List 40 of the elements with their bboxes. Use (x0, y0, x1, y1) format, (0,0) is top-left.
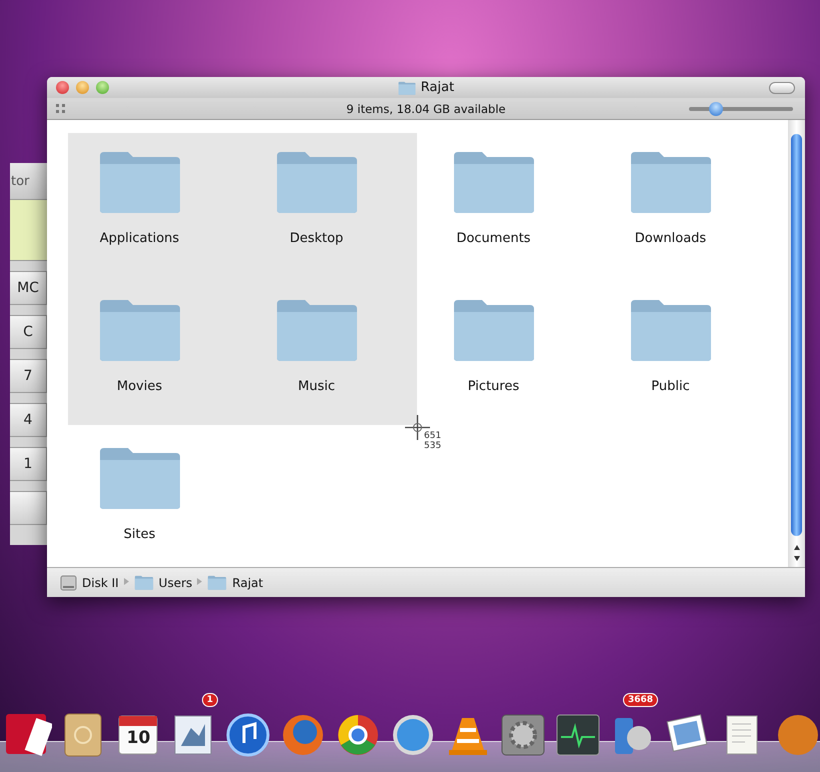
folder-icon (398, 80, 416, 94)
calculator-key[interactable] (10, 491, 47, 525)
window-title: Rajat (420, 80, 454, 95)
path-item[interactable]: Disk II (82, 576, 119, 590)
cursor-x-reading: 651 (424, 431, 442, 441)
folder-name[interactable]: Documents (453, 230, 534, 247)
calculator-display (10, 199, 47, 261)
calendar-date: 10 (126, 728, 152, 748)
calculator-key[interactable]: C (10, 315, 47, 349)
resize-grip-icon (56, 104, 65, 113)
folder-name[interactable]: Sites (120, 526, 158, 543)
folder-name[interactable]: Public (648, 378, 693, 395)
scrollbar[interactable] (788, 120, 805, 567)
window-title: tor (10, 163, 47, 199)
calculator-key[interactable]: 4 (10, 403, 47, 437)
calculator-key[interactable]: 7 (10, 359, 47, 393)
calculator-key[interactable]: MC (10, 271, 47, 305)
scroll-up-arrow-icon[interactable] (792, 544, 800, 551)
scroll-down-arrow-icon[interactable] (792, 555, 800, 562)
folder-icon (207, 575, 228, 590)
slider-thumb[interactable] (709, 102, 724, 116)
folder-name[interactable]: Pictures (464, 378, 522, 395)
folder-name[interactable]: Music (295, 378, 338, 395)
path-separator-icon (197, 578, 202, 585)
folder-icon (134, 575, 154, 590)
cursor-y-reading: 535 (424, 441, 442, 451)
path-item[interactable]: Users (158, 576, 192, 590)
path-separator-icon (124, 578, 129, 585)
folder-name[interactable]: Downloads (632, 230, 710, 247)
folder-name[interactable]: Applications (96, 230, 182, 247)
notification-count: 3668 (622, 693, 658, 707)
calculator-key[interactable]: 1 (10, 447, 47, 481)
close-button[interactable] (56, 81, 69, 94)
status-text: 9 items, 18.04 GB available (346, 102, 506, 116)
path-item[interactable]: Rajat (232, 576, 264, 590)
folder-name[interactable]: Desktop (286, 230, 346, 247)
toolbar-toggle-button[interactable] (769, 82, 795, 94)
notification-count: 1 (202, 693, 218, 707)
scroll-thumb[interactable] (791, 134, 802, 536)
folder-name[interactable]: Movies (114, 378, 166, 395)
